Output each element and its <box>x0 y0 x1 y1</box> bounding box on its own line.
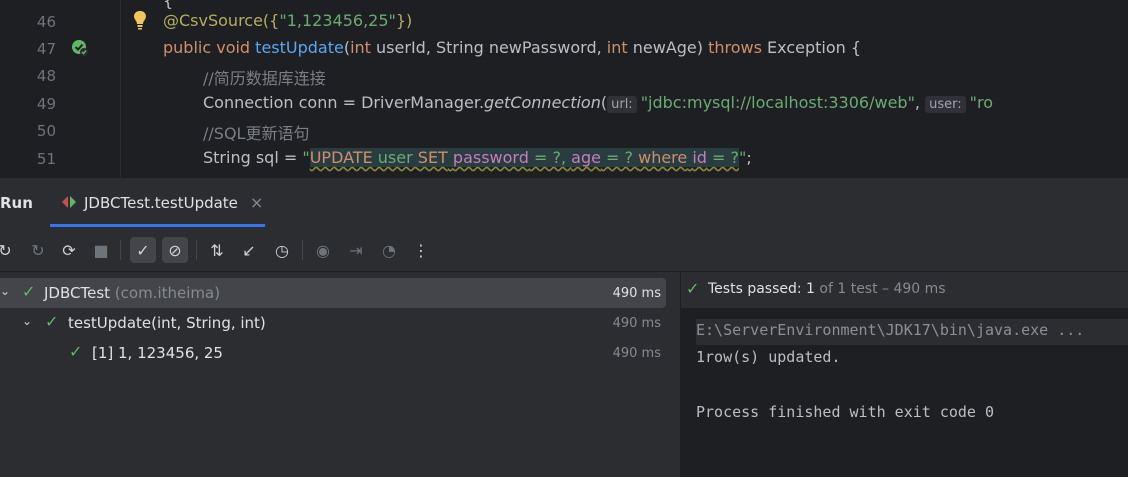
history-icon[interactable]: ◷ <box>269 237 295 263</box>
tree-node-invocation-1[interactable]: ✓ [1] 1, 123456, 25 490 ms <box>0 338 666 368</box>
code-line-51: 51 String sql = "UPDATE user SET passwor… <box>0 145 1128 172</box>
code-line-46: 46 @CsvSource({"1,123456,25"}) <box>0 8 1128 35</box>
code-line-49: 49 Connection conn = DriverManager.getCo… <box>0 90 1128 117</box>
line-number: 51 <box>36 150 56 168</box>
toolbar-separator <box>302 240 303 260</box>
chevron-down-icon[interactable]: ⌄ <box>22 314 32 328</box>
test-status-bar: ✓ Tests passed: 1 of 1 test – 490 ms <box>681 272 1128 308</box>
sort-icon[interactable]: ⇅ <box>204 237 230 263</box>
console-command-line[interactable]: E:\ServerEnvironment\JDK17\bin\java.exe … <box>696 319 1128 345</box>
tree-node-label: testUpdate(int, String, int) <box>68 314 266 332</box>
test-results-tree[interactable]: ⌄ ✓ JDBCTest (com.itheima) 490 ms ⌄ ✓ te… <box>0 272 680 477</box>
lightbulb-icon[interactable] <box>132 9 148 35</box>
code-line-47: 47 public void testUpdate(int userId, St… <box>0 35 1128 62</box>
line-number: 50 <box>36 122 56 140</box>
code-text: public void testUpdate(int userId, Strin… <box>163 38 862 57</box>
toggle-auto-test-icon[interactable]: ⟳ <box>56 237 82 263</box>
toolbar-separator <box>196 240 197 260</box>
tab-jdbctest-testupdate[interactable]: JDBCTest.testUpdate × <box>58 178 268 228</box>
code-text: String sql = "UPDATE user SET password =… <box>203 148 752 167</box>
rerun-icon[interactable]: ↻ <box>0 237 18 263</box>
line-number: 49 <box>36 95 56 113</box>
code-text: //简历数据库连接 <box>203 69 326 88</box>
test-config-icon <box>60 194 78 214</box>
chevron-down-icon[interactable]: ⌄ <box>0 284 10 298</box>
import-icon[interactable]: ⇥ <box>343 237 369 263</box>
param-hint-user: user: <box>925 96 966 113</box>
close-tab-icon[interactable]: × <box>250 193 263 212</box>
param-hint-url: url: <box>607 96 637 113</box>
console-line: Process finished with exit code 0 <box>696 403 995 421</box>
sql-string: UPDATE user SET password = ?, age = ? wh… <box>309 148 740 167</box>
test-status-text: Tests passed: 1 of 1 test – 490 ms <box>708 281 946 297</box>
run-toolbar: ↻ ↻ ⟳ ■ ✓ ⊘ ⇅ ↙ ◷ ◉ ⇥ ◔ ⋮ <box>0 228 1128 272</box>
run-tool-window-header: Run JDBCTest.testUpdate × <box>0 177 1128 228</box>
passed-check-icon: ✓ <box>45 312 59 331</box>
tab-label: JDBCTest.testUpdate <box>84 194 238 212</box>
duration: 490 ms <box>612 286 661 301</box>
passed-check-icon: ✓ <box>22 282 36 301</box>
collapse-icon[interactable]: ↙ <box>236 237 262 263</box>
screenshot-icon[interactable]: ◉ <box>310 237 336 263</box>
code-text: //SQL更新语句 <box>203 124 310 143</box>
line-number: 46 <box>36 13 56 31</box>
toolbar-separator <box>120 240 121 260</box>
tree-node-testupdate[interactable]: ⌄ ✓ testUpdate(int, String, int) 490 ms <box>0 308 666 338</box>
run-test-passed-icon[interactable] <box>70 38 90 62</box>
console-line: 1row(s) updated. <box>696 348 841 366</box>
code-line-50: 50 //SQL更新语句 <box>0 117 1128 144</box>
console-output[interactable]: ✓ Tests passed: 1 of 1 test – 490 ms E:\… <box>681 272 1128 477</box>
tree-node-label: [1] 1, 123456, 25 <box>92 344 223 362</box>
passed-check-icon: ✓ <box>686 279 700 298</box>
show-passed-icon[interactable]: ✓ <box>130 237 156 263</box>
tree-node-jdbctest[interactable]: ⌄ ✓ JDBCTest (com.itheima) 490 ms <box>0 278 666 308</box>
tree-node-label: JDBCTest (com.itheima) <box>44 284 221 302</box>
active-tab-indicator <box>50 224 265 227</box>
line-number: 48 <box>36 67 56 85</box>
code-line-48: 48 //简历数据库连接 <box>0 62 1128 89</box>
code-editor[interactable]: { 46 @CsvSource({"1,123456,25"}) 47 publ… <box>0 0 1128 177</box>
code-text: Connection conn = DriverManager.getConne… <box>203 93 993 113</box>
show-ignored-icon[interactable]: ⊘ <box>162 237 188 263</box>
code-text: @CsvSource({"1,123456,25"}) <box>163 11 413 30</box>
rerun-failed-icon[interactable]: ↻ <box>25 237 51 263</box>
more-icon[interactable]: ⋮ <box>408 237 434 263</box>
stop-icon[interactable]: ■ <box>88 237 114 263</box>
coverage-icon[interactable]: ◔ <box>376 237 402 263</box>
line-number: 47 <box>36 40 56 58</box>
run-tool-window-title: Run <box>0 194 33 212</box>
duration: 490 ms <box>612 316 661 331</box>
passed-check-icon: ✓ <box>69 342 83 361</box>
duration: 490 ms <box>612 346 661 361</box>
